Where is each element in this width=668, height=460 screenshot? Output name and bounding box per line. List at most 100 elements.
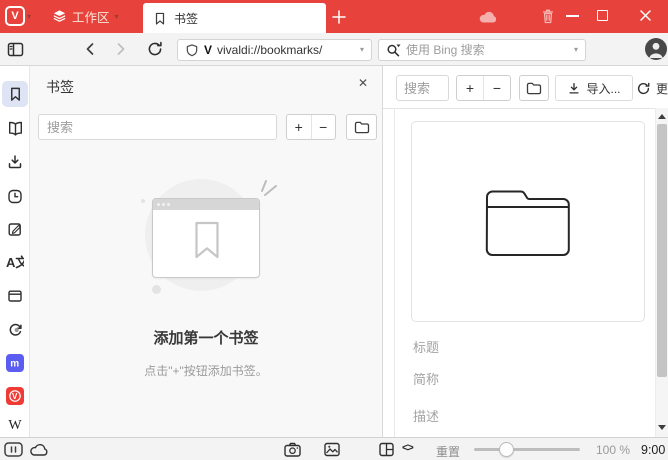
rail-item-translate[interactable]: A文 — [6, 253, 24, 271]
page-add-button[interactable]: + — [457, 76, 483, 100]
trash-icon — [540, 8, 556, 25]
update-thumbnail-button[interactable]: 更 — [636, 75, 668, 101]
panel-close-button[interactable]: ✕ — [358, 76, 368, 90]
capture-button[interactable] — [284, 442, 301, 457]
vivaldi-window: V ▾ 工作区 ▾ 书签 V vivaldi://bookmarks/ ▾ 使用… — [0, 0, 668, 460]
import-button[interactable]: 导入... — [555, 75, 633, 101]
page-new-folder-button[interactable] — [519, 75, 549, 101]
sync-status-button[interactable] — [29, 442, 49, 457]
loop-arrow-icon — [7, 322, 24, 338]
bookmark-icon — [194, 221, 220, 259]
panel-search-input[interactable] — [39, 115, 276, 139]
book-icon — [7, 120, 24, 136]
images-toggle-button[interactable] — [324, 442, 340, 457]
bookmarks-panel: 书签 ✕ + − — [30, 66, 383, 437]
scroll-thumb[interactable] — [657, 124, 667, 377]
add-bookmark-button[interactable]: + — [287, 115, 311, 139]
triangle-down-icon — [658, 424, 666, 430]
window-icon — [7, 288, 23, 304]
remove-bookmark-button[interactable]: − — [310, 115, 336, 139]
rail-item-wikipedia[interactable]: W — [6, 417, 24, 435]
note-pencil-icon — [7, 221, 23, 237]
new-folder-button[interactable] — [346, 114, 377, 140]
search-field[interactable]: ▾ — [378, 39, 586, 61]
rail-item-downloads[interactable] — [6, 153, 24, 171]
field-title-placeholder[interactable]: 标题 — [413, 337, 439, 356]
shield-icon — [185, 43, 199, 58]
wikipedia-icon: W — [8, 418, 22, 433]
panel-toggle-button[interactable] — [7, 41, 24, 58]
minimize-button[interactable] — [566, 15, 579, 17]
mastodon-icon: m — [6, 354, 24, 372]
scroll-up-button[interactable] — [656, 110, 668, 122]
maximize-button[interactable] — [597, 10, 608, 21]
clock-icon — [7, 188, 23, 204]
close-button[interactable] — [639, 9, 652, 22]
zoom-reset-button[interactable]: 重置 — [436, 443, 460, 460]
panel-title: 书签 — [46, 79, 74, 95]
chevron-down-icon[interactable]: ▾ — [574, 46, 578, 54]
rail-item-sessions[interactable] — [6, 321, 24, 339]
scroll-down-button[interactable] — [656, 421, 668, 433]
zoom-slider[interactable] — [474, 438, 580, 460]
chevron-down-icon[interactable]: ▾ — [27, 13, 31, 21]
rail-item-vivaldi[interactable]: V — [6, 387, 24, 405]
chevron-left-icon — [83, 41, 97, 57]
slider-handle[interactable] — [499, 442, 514, 457]
rail-item-bookmarks[interactable] — [6, 85, 24, 103]
rail-item-notes[interactable] — [6, 220, 24, 238]
field-nickname-placeholder[interactable]: 简称 — [413, 369, 439, 388]
reload-button[interactable] — [146, 40, 164, 58]
vivaldi-menu-button[interactable]: V — [5, 6, 25, 26]
site-icon: V — [204, 43, 213, 57]
workspace-button[interactable]: 工作区 ▾ — [52, 5, 119, 28]
page-search-input[interactable] — [397, 76, 448, 100]
sidebar-icon — [7, 41, 24, 58]
sparkle-icon — [254, 180, 278, 200]
empty-state-title: 添加第一个书签 — [153, 330, 259, 347]
bookmarks-page: + − 导入... 更 — [383, 66, 668, 437]
vivaldi-icon: V — [6, 387, 24, 405]
folder-icon — [484, 183, 572, 261]
triangle-up-icon — [658, 113, 666, 119]
rail-item-history[interactable] — [6, 187, 24, 205]
bookmark-icon — [8, 86, 23, 102]
scrollbar[interactable] — [655, 108, 668, 437]
reload-icon — [146, 40, 164, 58]
layers-icon — [52, 9, 67, 24]
break-mode-button[interactable] — [4, 442, 23, 457]
page-add-remove-group: + − — [456, 75, 511, 101]
rail-item-mastodon[interactable]: m — [6, 354, 24, 372]
new-tab-button[interactable] — [330, 8, 348, 26]
field-description-placeholder[interactable]: 描述 — [413, 406, 439, 425]
closed-tabs-button[interactable] — [540, 8, 556, 25]
pause-icon — [4, 442, 23, 457]
back-button[interactable] — [83, 41, 97, 57]
tab-bookmarks[interactable]: 书签 — [143, 3, 326, 33]
page-remove-button[interactable]: − — [483, 76, 510, 100]
clock[interactable]: 9:00 — [641, 443, 665, 457]
vivaldi-logo-icon: V — [11, 10, 19, 22]
image-icon — [324, 442, 340, 457]
workspace-label: 工作区 — [72, 11, 110, 25]
decor-dot — [152, 285, 161, 294]
address-bar[interactable]: V ▾ — [177, 39, 372, 61]
tree-splitter[interactable] — [394, 108, 395, 437]
close-icon — [639, 9, 652, 22]
main-area: A文 m V W 书签 — [0, 66, 668, 437]
rail-item-reading-list[interactable] — [6, 119, 24, 137]
folder-icon — [354, 120, 370, 134]
rail-item-windows[interactable] — [6, 287, 24, 305]
chevron-down-icon[interactable]: ▾ — [360, 46, 364, 54]
update-label: 更 — [656, 81, 668, 96]
sync-button[interactable] — [478, 9, 498, 24]
close-icon: ✕ — [357, 76, 368, 90]
forward-button[interactable] — [114, 41, 128, 57]
url-input[interactable] — [217, 43, 355, 57]
profile-button[interactable] — [645, 38, 667, 60]
search-input[interactable] — [406, 43, 569, 57]
page-search — [396, 75, 449, 101]
folder-icon — [526, 81, 542, 95]
tiling-button[interactable] — [379, 442, 394, 457]
page-actions-button[interactable]: <> — [402, 442, 414, 454]
